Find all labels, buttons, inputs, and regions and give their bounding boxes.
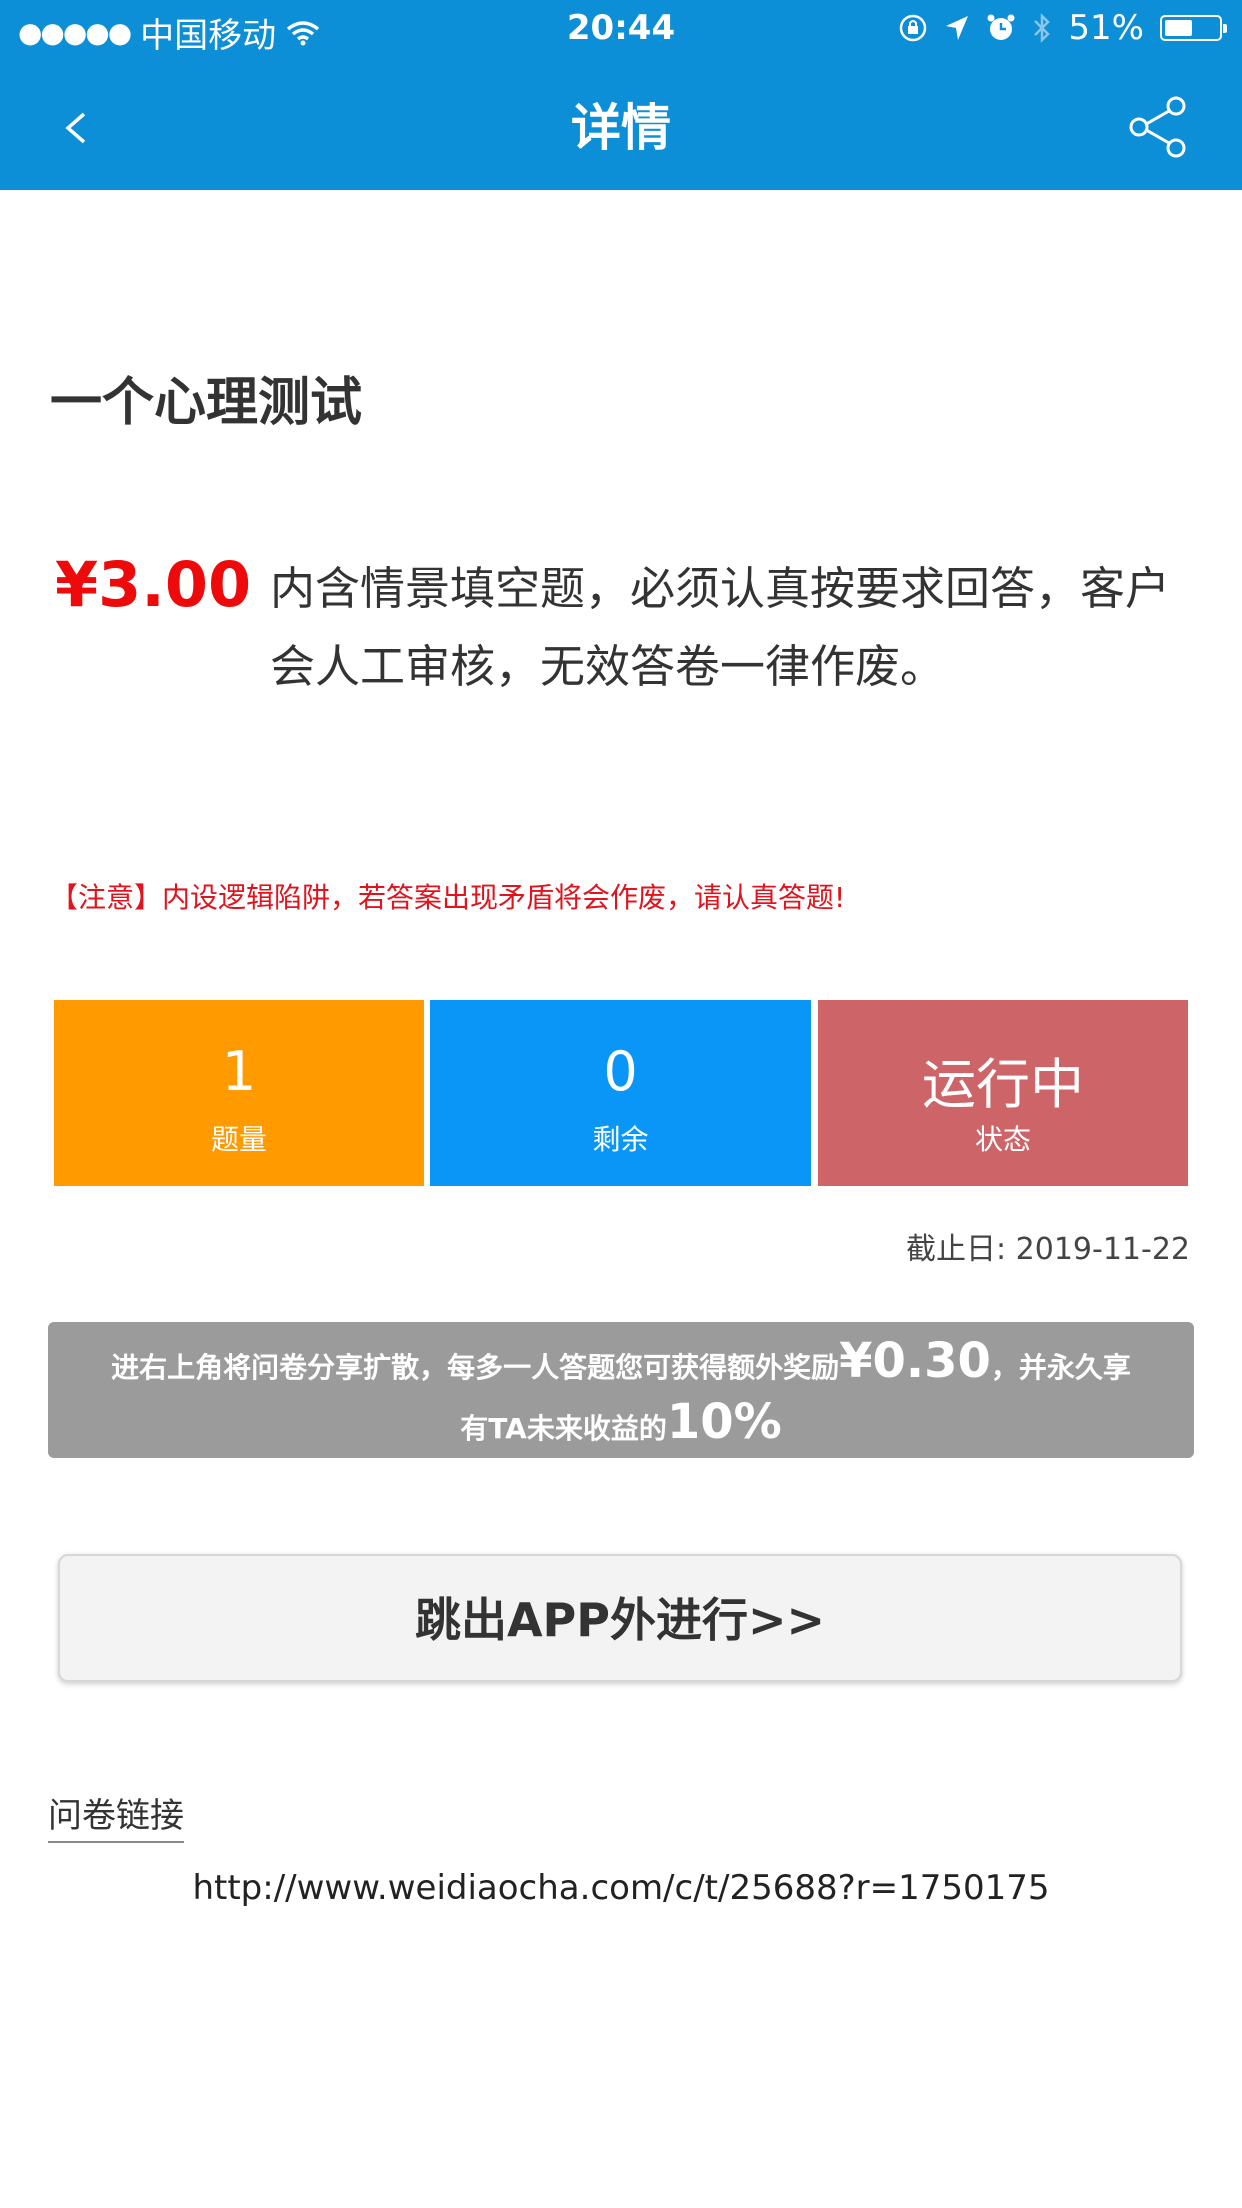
page-header-title: 详情 (571, 99, 671, 157)
notice-text: 【注意】内设逻辑陷阱，若答案出现矛盾将会作废，请认真答题! (50, 881, 846, 914)
survey-title: 一个心理测试 (50, 373, 363, 433)
survey-link-label[interactable]: 问卷链接 (48, 1788, 184, 1843)
survey-link-url[interactable]: http://www.weidiaocha.com/c/t/25688?r=17… (0, 1868, 1242, 1908)
header-bar: ●●●●● 中国移动 20:44 51% 详情 (0, 0, 1242, 190)
survey-price: ¥3.00 (55, 548, 252, 621)
promo-text: ，并永久享 (990, 1351, 1131, 1384)
survey-description: 内含情景填空题，必须认真按要求回答，客户会人工审核，无效答卷一律作废。 (270, 562, 1171, 693)
status-bar: ●●●●● 中国移动 20:44 51% (0, 0, 1242, 62)
battery-icon (1160, 15, 1227, 41)
stat-label: 剩余 (592, 1123, 649, 1156)
stat-value: 运行中 (922, 1053, 1084, 1116)
stat-status: 运行中 状态 (818, 1000, 1188, 1186)
stat-value: 0 (603, 1040, 638, 1103)
bluetooth-icon (1034, 12, 1051, 44)
stat-value: 1 (221, 1040, 257, 1103)
promo-reward: ¥0.30 (839, 1333, 991, 1389)
stat-label: 题量 (210, 1123, 267, 1156)
stat-question-count: 1 题量 (54, 1000, 424, 1186)
promo-percent: 10% (666, 1394, 782, 1450)
alarm-icon (987, 14, 1015, 40)
stat-remaining: 0 剩余 (430, 1000, 811, 1186)
promo-text: 有TA未来收益的 (460, 1412, 667, 1445)
share-icon[interactable] (1126, 95, 1190, 159)
deadline-date: 截止日: 2019-11-22 (906, 1232, 1190, 1267)
battery-percent: 51% (1068, 8, 1144, 48)
orientation-lock-icon (900, 14, 927, 42)
share-reward-banner: 进右上角将问卷分享扩散，每多一人答题您可获得额外奖励¥0.30，并永久享 有TA… (48, 1322, 1194, 1458)
promo-line-1: 进右上角将问卷分享扩散，每多一人答题您可获得额外奖励¥0.30，并永久享 (48, 1334, 1194, 1395)
battery-level-fill (1165, 20, 1192, 36)
open-external-button[interactable]: 跳出APP外进行>> (58, 1554, 1182, 1682)
promo-text: 进右上角将问卷分享扩散，每多一人答题您可获得额外奖励 (111, 1351, 840, 1384)
stat-label: 状态 (974, 1123, 1031, 1156)
promo-line-2: 有TA未来收益的10% (48, 1395, 1194, 1456)
location-icon (946, 16, 969, 40)
